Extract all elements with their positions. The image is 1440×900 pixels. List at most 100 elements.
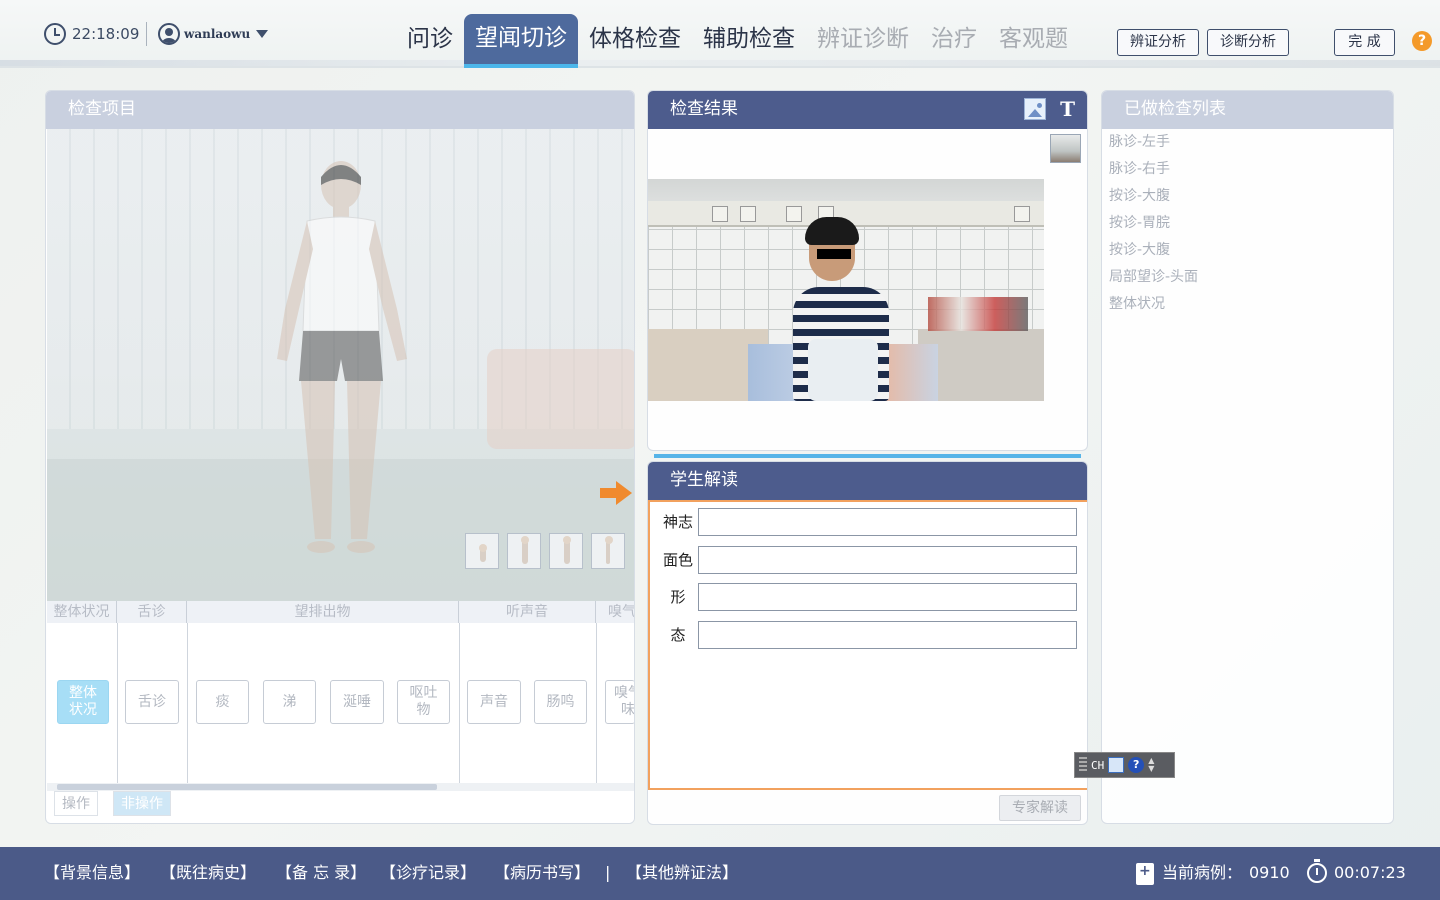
body-model[interactable] xyxy=(237,159,447,579)
result-view-toggle: T xyxy=(1024,97,1075,121)
exam-items-panel: 检查项目 整体状况 舌诊 望排出物 听声音 嗅气 整体 状况 舌诊 痰 涕 涎唾… xyxy=(45,90,635,824)
options-horizontal-scrollbar[interactable] xyxy=(47,783,634,791)
option-saliva[interactable]: 涎唾 xyxy=(330,680,384,724)
caret-down-icon[interactable] xyxy=(256,30,269,38)
ime-options-icon[interactable]: ▲ ▼ xyxy=(1148,757,1154,773)
username: wanlaowu xyxy=(184,27,251,41)
other-syndrome-methods-link[interactable]: 【其他辨证法】 xyxy=(626,847,738,900)
tab-auxiliary-exam[interactable]: 辅助检查 xyxy=(692,14,806,68)
tab-inquiry[interactable]: 问诊 xyxy=(396,14,464,68)
view-front-thumbnail[interactable] xyxy=(507,533,541,569)
view-side-thumbnail[interactable] xyxy=(591,533,625,569)
elapsed-time: 00:07:23 xyxy=(1334,863,1406,882)
photo-thumbnail[interactable] xyxy=(1050,134,1081,163)
patient-3d-viewer[interactable] xyxy=(47,129,634,601)
mode-non-operate-button[interactable]: 非操作 xyxy=(113,791,171,816)
diagnosis-analysis-button[interactable]: 诊断分析 xyxy=(1207,29,1289,56)
option-tongue[interactable]: 舌诊 xyxy=(125,680,179,724)
mode-operate-button[interactable]: 操作 xyxy=(54,791,98,816)
option-voice[interactable]: 声音 xyxy=(467,680,521,724)
field-row-complexion: 面色 xyxy=(650,545,1087,575)
clock: 22:18:09 xyxy=(44,22,139,46)
tab-syndrome-diagnosis[interactable]: 辨证诊断 xyxy=(806,14,920,68)
tab-physical-exam[interactable]: 体格检查 xyxy=(578,14,692,68)
student-interpretation-panel: 学生解读 神志 面色 形 态 专家解读 xyxy=(647,461,1088,825)
form-input[interactable] xyxy=(698,583,1077,611)
ime-language[interactable]: CH xyxy=(1091,759,1104,772)
treatment-record-link[interactable]: 【诊疗记录】 xyxy=(380,847,476,900)
ime-tool-icon[interactable] xyxy=(1108,757,1125,773)
field-row-form: 形 xyxy=(650,582,1087,612)
option-nasal-discharge[interactable]: 涕 xyxy=(263,680,316,724)
current-case-number: 0910 xyxy=(1249,863,1290,882)
view-head-thumbnail[interactable] xyxy=(465,533,499,569)
done-exams-panel: 已做检查列表 脉诊-左手 脉诊-右手 按诊-大腹 按诊-胃脘 按诊-大腹 局部望… xyxy=(1101,90,1394,824)
bottom-bar: 【背景信息】 【既往病史】 【备 忘 录】 【诊疗记录】 【病历书写】 | 【其… xyxy=(0,847,1440,900)
list-item[interactable]: 按诊-胃脘 xyxy=(1102,210,1393,237)
option-odor[interactable]: 嗅气 味 xyxy=(605,680,634,724)
interpretation-form: 神志 面色 形 态 xyxy=(648,500,1087,790)
medical-record-link[interactable]: 【病历书写】 xyxy=(494,847,590,900)
current-case-label: 当前病例： xyxy=(1162,863,1243,882)
field-label-consciousness: 神志 xyxy=(662,513,693,531)
option-vomitus[interactable]: 呕吐 物 xyxy=(397,680,450,724)
column-divider xyxy=(596,623,597,783)
list-item[interactable]: 按诊-大腹 xyxy=(1102,237,1393,264)
category-tongue: 舌诊 xyxy=(117,601,187,623)
background-info-link[interactable]: 【背景信息】 xyxy=(44,847,140,900)
user-menu[interactable]: wanlaowu xyxy=(158,22,269,46)
list-item[interactable]: 按诊-大腹 xyxy=(1102,183,1393,210)
option-overall-status[interactable]: 整体 状况 xyxy=(57,680,109,724)
option-phlegm[interactable]: 痰 xyxy=(196,680,249,724)
top-bar: 22:18:09 wanlaowu 问诊 望闻切诊 体格检查 辅助检查 辨证诊断… xyxy=(0,0,1440,68)
ime-toolbar[interactable]: CH ? ▲ ▼ xyxy=(1074,752,1175,778)
column-divider xyxy=(459,623,460,783)
column-divider xyxy=(187,623,188,783)
room-bed xyxy=(487,349,634,449)
category-smell: 嗅气 xyxy=(608,604,635,620)
category-sounds: 听声音 xyxy=(459,601,596,623)
finish-button[interactable]: 完 成 xyxy=(1334,29,1395,56)
timer-icon xyxy=(1307,859,1327,883)
case-icon xyxy=(1136,863,1154,885)
arrow-right-icon xyxy=(600,481,634,505)
field-row-consciousness: 神志 xyxy=(650,507,1087,537)
list-item[interactable]: 脉诊-左手 xyxy=(1102,129,1393,156)
memo-link[interactable]: 【备 忘 录】 xyxy=(276,847,366,900)
exam-items-title: 检查项目 xyxy=(46,91,634,129)
ime-help-icon[interactable]: ? xyxy=(1128,757,1145,773)
image-view-icon[interactable] xyxy=(1024,98,1047,120)
clock-time: 22:18:09 xyxy=(72,25,140,43)
header-separator xyxy=(146,22,147,46)
patient-photo xyxy=(648,179,1044,401)
category-overall: 整体状况 xyxy=(47,601,117,623)
syndrome-analysis-button[interactable]: 辨证分析 xyxy=(1117,29,1199,56)
tab-observation[interactable]: 望闻切诊 xyxy=(464,14,578,68)
user-icon xyxy=(158,23,180,45)
field-label-posture: 态 xyxy=(670,626,686,644)
consciousness-input[interactable] xyxy=(698,508,1077,536)
posture-input[interactable] xyxy=(698,621,1077,649)
exam-category-header: 整体状况 舌诊 望排出物 听声音 嗅气 xyxy=(47,601,635,623)
list-item[interactable]: 局部望诊-头面 xyxy=(1102,264,1393,291)
exam-result-panel: 检查结果 T xyxy=(647,90,1088,451)
text-view-icon[interactable]: T xyxy=(1060,97,1075,121)
main-tabs: 问诊 望闻切诊 体格检查 辅助检查 辨证诊断 治疗 客观题 xyxy=(396,14,1079,68)
grip-icon[interactable] xyxy=(1079,757,1087,773)
field-row-posture: 态 xyxy=(650,620,1087,650)
complexion-input[interactable] xyxy=(698,546,1077,574)
list-item[interactable]: 整体状况 xyxy=(1102,291,1393,318)
option-bowel-sounds[interactable]: 肠鸣 xyxy=(534,680,587,724)
view-angle-selector xyxy=(465,533,625,569)
tab-objective-questions[interactable]: 客观题 xyxy=(988,14,1079,68)
list-item[interactable]: 脉诊-右手 xyxy=(1102,156,1393,183)
field-label-form: 形 xyxy=(670,588,686,606)
past-history-link[interactable]: 【既往病史】 xyxy=(160,847,256,900)
expert-interpretation-button[interactable]: 专家解读 xyxy=(999,795,1081,821)
exam-options-area: 整体 状况 舌诊 痰 涕 涎唾 呕吐 物 声音 肠鸣 嗅气 味 xyxy=(47,623,634,783)
help-icon[interactable]: ? xyxy=(1412,31,1432,51)
view-back-thumbnail[interactable] xyxy=(549,533,583,569)
scrollbar-thumb[interactable] xyxy=(57,784,437,790)
tab-treatment[interactable]: 治疗 xyxy=(920,14,988,68)
column-divider xyxy=(117,623,118,783)
